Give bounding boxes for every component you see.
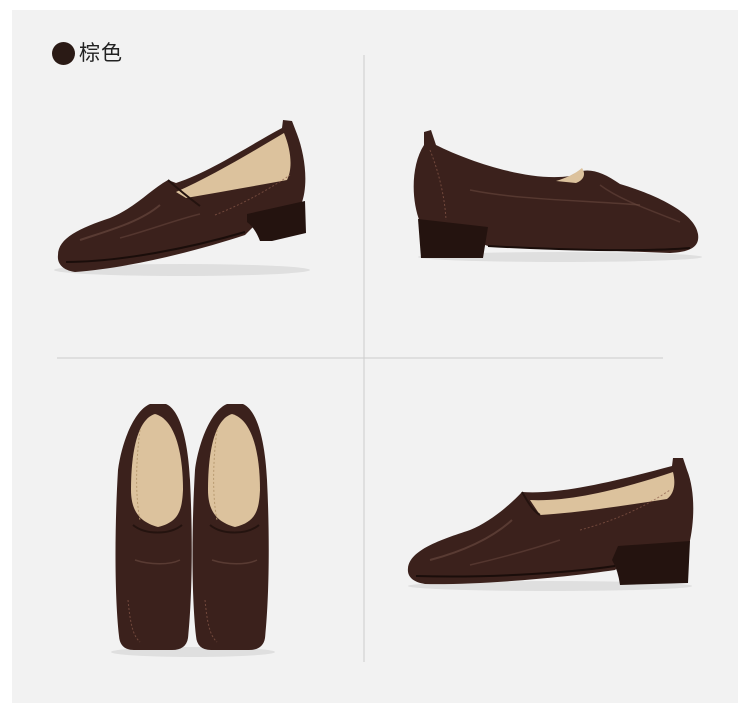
shoe-photo-bottom-right	[407, 458, 694, 591]
product-detail-image: 棕色	[0, 0, 750, 716]
color-swatch-icon	[52, 41, 75, 65]
shoe-heel	[612, 541, 690, 585]
color-name: 棕色	[79, 41, 123, 65]
color-label: 棕色	[52, 40, 123, 66]
product-photo-grid	[54, 55, 702, 662]
shoe-photo-bottom-left	[111, 404, 275, 657]
shoe-photo-top-left	[54, 120, 310, 276]
shoe-lining	[556, 168, 584, 183]
shoe-photo-top-right	[413, 130, 702, 262]
